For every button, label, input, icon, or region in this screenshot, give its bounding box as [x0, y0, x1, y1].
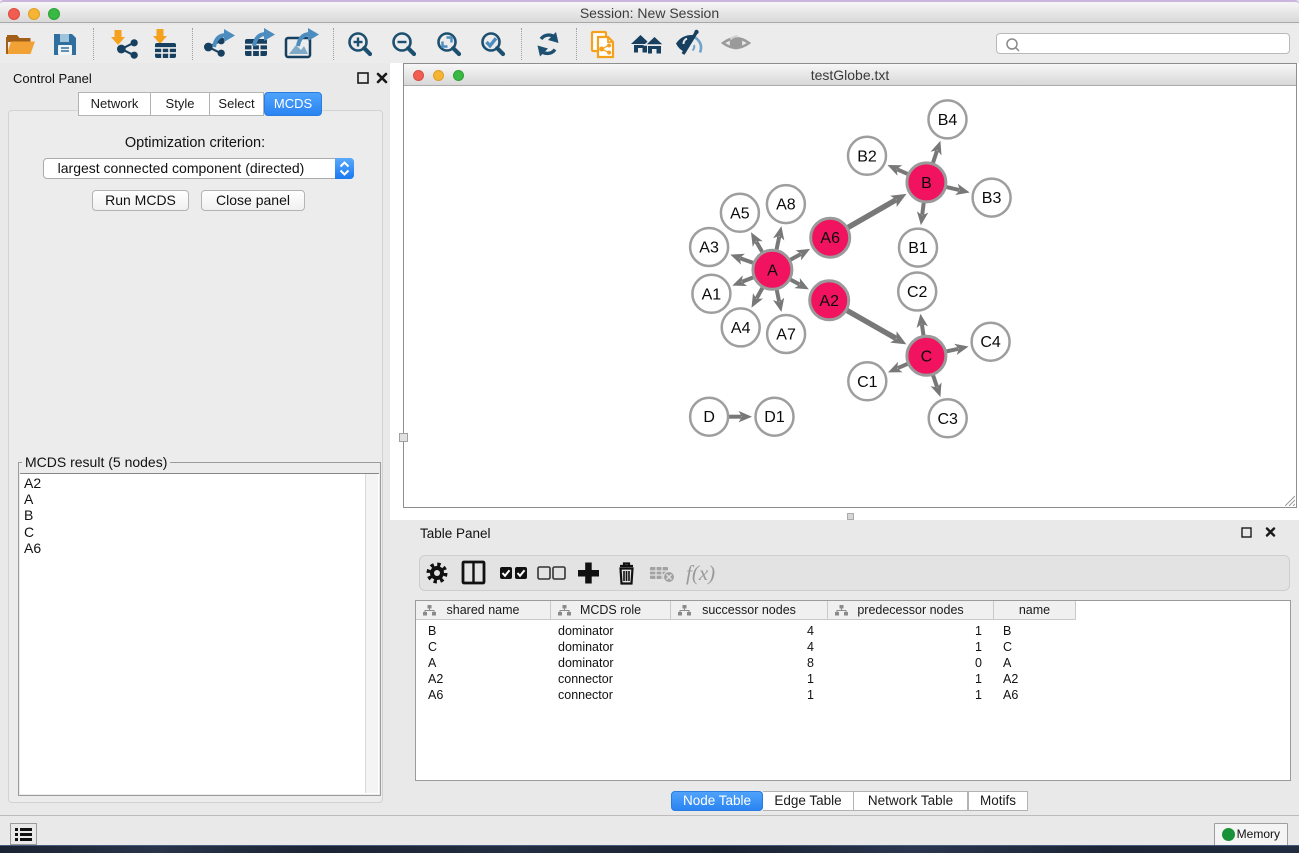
svg-text:A1: A1 — [702, 286, 722, 303]
svg-text:A7: A7 — [776, 327, 796, 344]
svg-text:A5: A5 — [730, 205, 750, 222]
svg-text:A8: A8 — [776, 197, 796, 214]
svg-text:A2: A2 — [819, 293, 839, 310]
svg-text:C4: C4 — [980, 334, 1001, 351]
svg-text:A3: A3 — [699, 240, 719, 257]
svg-text:B1: B1 — [908, 240, 928, 257]
svg-text:A4: A4 — [731, 320, 751, 337]
svg-text:C2: C2 — [907, 284, 928, 301]
svg-text:D1: D1 — [764, 409, 785, 426]
svg-text:B3: B3 — [982, 190, 1002, 207]
svg-text:f(x): f(x) — [686, 561, 715, 585]
svg-text:D: D — [703, 409, 715, 426]
svg-text:C1: C1 — [857, 374, 878, 391]
svg-text:B2: B2 — [857, 148, 877, 165]
svg-text:C: C — [921, 348, 933, 365]
svg-text:A: A — [767, 262, 778, 279]
svg-text:B4: B4 — [938, 112, 958, 129]
svg-text:C3: C3 — [937, 411, 958, 428]
svg-text:B: B — [921, 175, 932, 192]
svg-text:A6: A6 — [820, 230, 840, 247]
